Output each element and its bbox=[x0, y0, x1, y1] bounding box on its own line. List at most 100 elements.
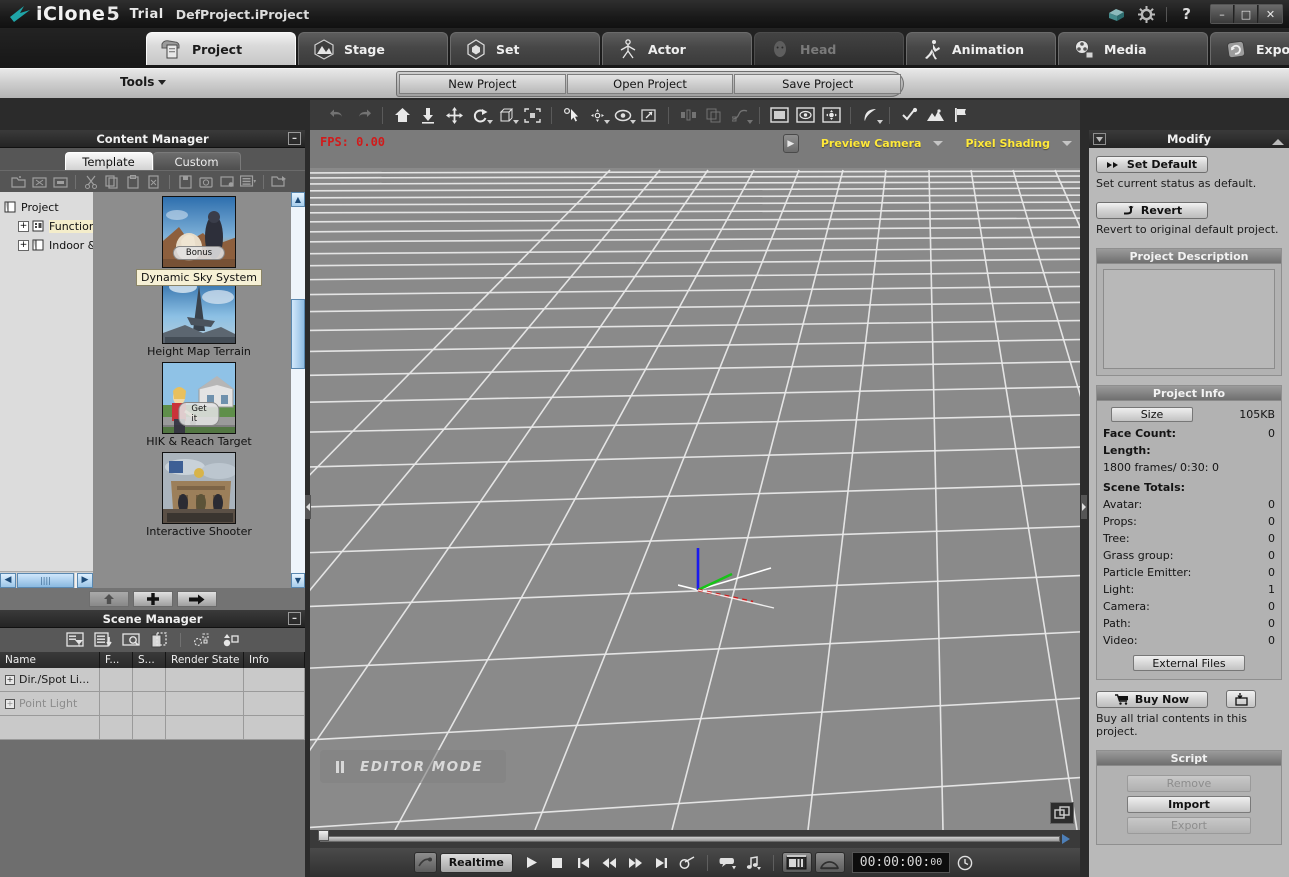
timeline-scrubber[interactable] bbox=[310, 830, 1080, 848]
audio-button[interactable] bbox=[742, 852, 765, 873]
right-panel-collapse-handle[interactable] bbox=[1081, 495, 1087, 519]
expand-icon[interactable]: + bbox=[5, 674, 15, 685]
orbit-camera-icon[interactable] bbox=[610, 102, 636, 128]
save-project-button[interactable]: Save Project bbox=[734, 74, 902, 94]
home-icon[interactable] bbox=[389, 102, 415, 128]
table-row[interactable]: + Dir./Spot Li... bbox=[0, 668, 305, 692]
link-objects-icon[interactable] bbox=[191, 630, 213, 650]
duplicate-object-icon[interactable] bbox=[148, 630, 170, 650]
camera-label[interactable]: Preview Camera bbox=[821, 137, 922, 150]
flag-icon[interactable] bbox=[948, 102, 974, 128]
revert-button[interactable]: Revert bbox=[1096, 202, 1208, 219]
clock-icon[interactable] bbox=[953, 852, 976, 873]
first-frame-button[interactable] bbox=[572, 852, 595, 873]
add-button[interactable] bbox=[132, 591, 173, 607]
download-content-button[interactable] bbox=[1226, 690, 1256, 708]
rename-folder-icon[interactable] bbox=[50, 172, 70, 191]
tree-node-functional[interactable]: + Functiona bbox=[4, 217, 93, 236]
search-list-icon[interactable] bbox=[120, 630, 142, 650]
scroll-left-icon[interactable]: ◀ bbox=[0, 572, 16, 588]
script-remove-button[interactable]: Remove bbox=[1127, 775, 1251, 792]
redo-icon[interactable] bbox=[350, 102, 376, 128]
transform-gizmo[interactable] bbox=[678, 540, 778, 630]
close-button[interactable]: ✕ bbox=[1259, 5, 1282, 23]
expand-icon[interactable]: + bbox=[18, 221, 29, 232]
layers-icon[interactable] bbox=[922, 102, 948, 128]
column-header-f[interactable]: F... bbox=[100, 652, 133, 668]
content-item[interactable]: Interactive Shooter bbox=[93, 452, 305, 542]
sort-list-icon[interactable] bbox=[92, 630, 114, 650]
scrollbar-thumb[interactable]: |||| bbox=[17, 572, 74, 588]
content-thumbnail[interactable]: Get it bbox=[162, 362, 236, 434]
apply-up-button[interactable] bbox=[88, 591, 129, 607]
tab-project[interactable]: Project bbox=[146, 32, 296, 65]
script-export-button[interactable]: Export bbox=[1127, 817, 1251, 834]
scroll-up-icon[interactable]: ▲ bbox=[291, 192, 305, 207]
tab-template[interactable]: Template bbox=[64, 152, 153, 170]
timeline-track[interactable] bbox=[318, 830, 1060, 842]
minimize-button[interactable]: – bbox=[1211, 5, 1234, 23]
capture-thumbnail-icon[interactable] bbox=[196, 172, 216, 191]
table-row[interactable]: + Point Light bbox=[0, 692, 305, 716]
content-manager-collapse-button[interactable]: – bbox=[288, 132, 301, 145]
content-vertical-scrollbar[interactable]: ▲ ▼ bbox=[291, 192, 305, 588]
tab-set[interactable]: Set bbox=[450, 32, 600, 65]
set-default-button[interactable]: Set Default bbox=[1096, 156, 1208, 173]
transform-gizmo-icon[interactable] bbox=[584, 102, 610, 128]
leaf-effect-icon[interactable] bbox=[857, 102, 883, 128]
tree-horizontal-scrollbar[interactable]: ◀ |||| ▶ bbox=[0, 571, 93, 588]
filter-list-icon[interactable] bbox=[64, 630, 86, 650]
column-header-info[interactable]: Info bbox=[244, 652, 305, 668]
scroll-right-icon[interactable]: ▶ bbox=[77, 572, 93, 588]
drop-to-floor-icon[interactable] bbox=[415, 102, 441, 128]
save-item-icon[interactable] bbox=[175, 172, 195, 191]
size-button[interactable]: Size bbox=[1111, 407, 1193, 422]
motion-curve-icon[interactable] bbox=[727, 102, 753, 128]
rewind-button[interactable] bbox=[598, 852, 621, 873]
help-icon[interactable]: ? bbox=[1177, 5, 1196, 23]
zoom-region-icon[interactable] bbox=[636, 102, 662, 128]
modify-collapse-button[interactable] bbox=[1272, 134, 1284, 152]
column-header-name[interactable]: Name bbox=[0, 652, 100, 668]
unlink-objects-icon[interactable] bbox=[219, 630, 241, 650]
copy-icon[interactable] bbox=[102, 172, 122, 191]
content-thumbnail[interactable]: Bonus bbox=[162, 196, 236, 268]
speech-button[interactable] bbox=[716, 852, 739, 873]
content-thumbnail[interactable] bbox=[162, 452, 236, 524]
timeline-playhead[interactable] bbox=[318, 830, 329, 841]
viewport-window-toggle[interactable] bbox=[1050, 802, 1074, 824]
item-properties-icon[interactable] bbox=[217, 172, 237, 191]
tab-media[interactable]: Media bbox=[1058, 32, 1208, 65]
toolbox-icon[interactable] bbox=[1106, 4, 1126, 24]
left-panel-collapse-handle[interactable] bbox=[305, 495, 311, 519]
duplicate-icon[interactable] bbox=[701, 102, 727, 128]
tab-export[interactable]: Export bbox=[1210, 32, 1289, 65]
align-icon[interactable] bbox=[675, 102, 701, 128]
render-arc-button[interactable] bbox=[814, 852, 845, 873]
move-icon[interactable] bbox=[441, 102, 467, 128]
column-header-render-state[interactable]: Render State bbox=[166, 652, 244, 668]
tab-stage[interactable]: Stage bbox=[298, 32, 448, 65]
loop-button[interactable] bbox=[676, 852, 699, 873]
center-view-icon[interactable] bbox=[818, 102, 844, 128]
view-mode-icon[interactable] bbox=[238, 172, 258, 191]
rotate-icon[interactable] bbox=[467, 102, 493, 128]
tree-node-indoor[interactable]: + Indoor & bbox=[4, 236, 93, 255]
preview-eye-icon[interactable] bbox=[792, 102, 818, 128]
chevron-down-icon[interactable] bbox=[877, 120, 883, 124]
select-cursor-icon[interactable] bbox=[558, 102, 584, 128]
open-project-button[interactable]: Open Project bbox=[566, 74, 734, 94]
viewport-layout-icon[interactable] bbox=[766, 102, 792, 128]
render-preview-button[interactable] bbox=[413, 852, 437, 873]
tab-actor[interactable]: Actor bbox=[602, 32, 752, 65]
last-frame-button[interactable] bbox=[650, 852, 673, 873]
expand-icon[interactable]: + bbox=[18, 240, 29, 251]
new-project-button[interactable]: New Project bbox=[399, 74, 566, 94]
undo-icon[interactable] bbox=[324, 102, 350, 128]
cell-name[interactable]: + Dir./Spot Li... bbox=[0, 668, 100, 692]
buy-now-button[interactable]: Buy Now bbox=[1096, 690, 1208, 708]
open-folder-icon[interactable] bbox=[269, 172, 289, 191]
cell-name[interactable]: + Point Light bbox=[0, 692, 100, 716]
tab-head[interactable]: Head bbox=[754, 32, 904, 65]
cut-icon[interactable] bbox=[81, 172, 101, 191]
